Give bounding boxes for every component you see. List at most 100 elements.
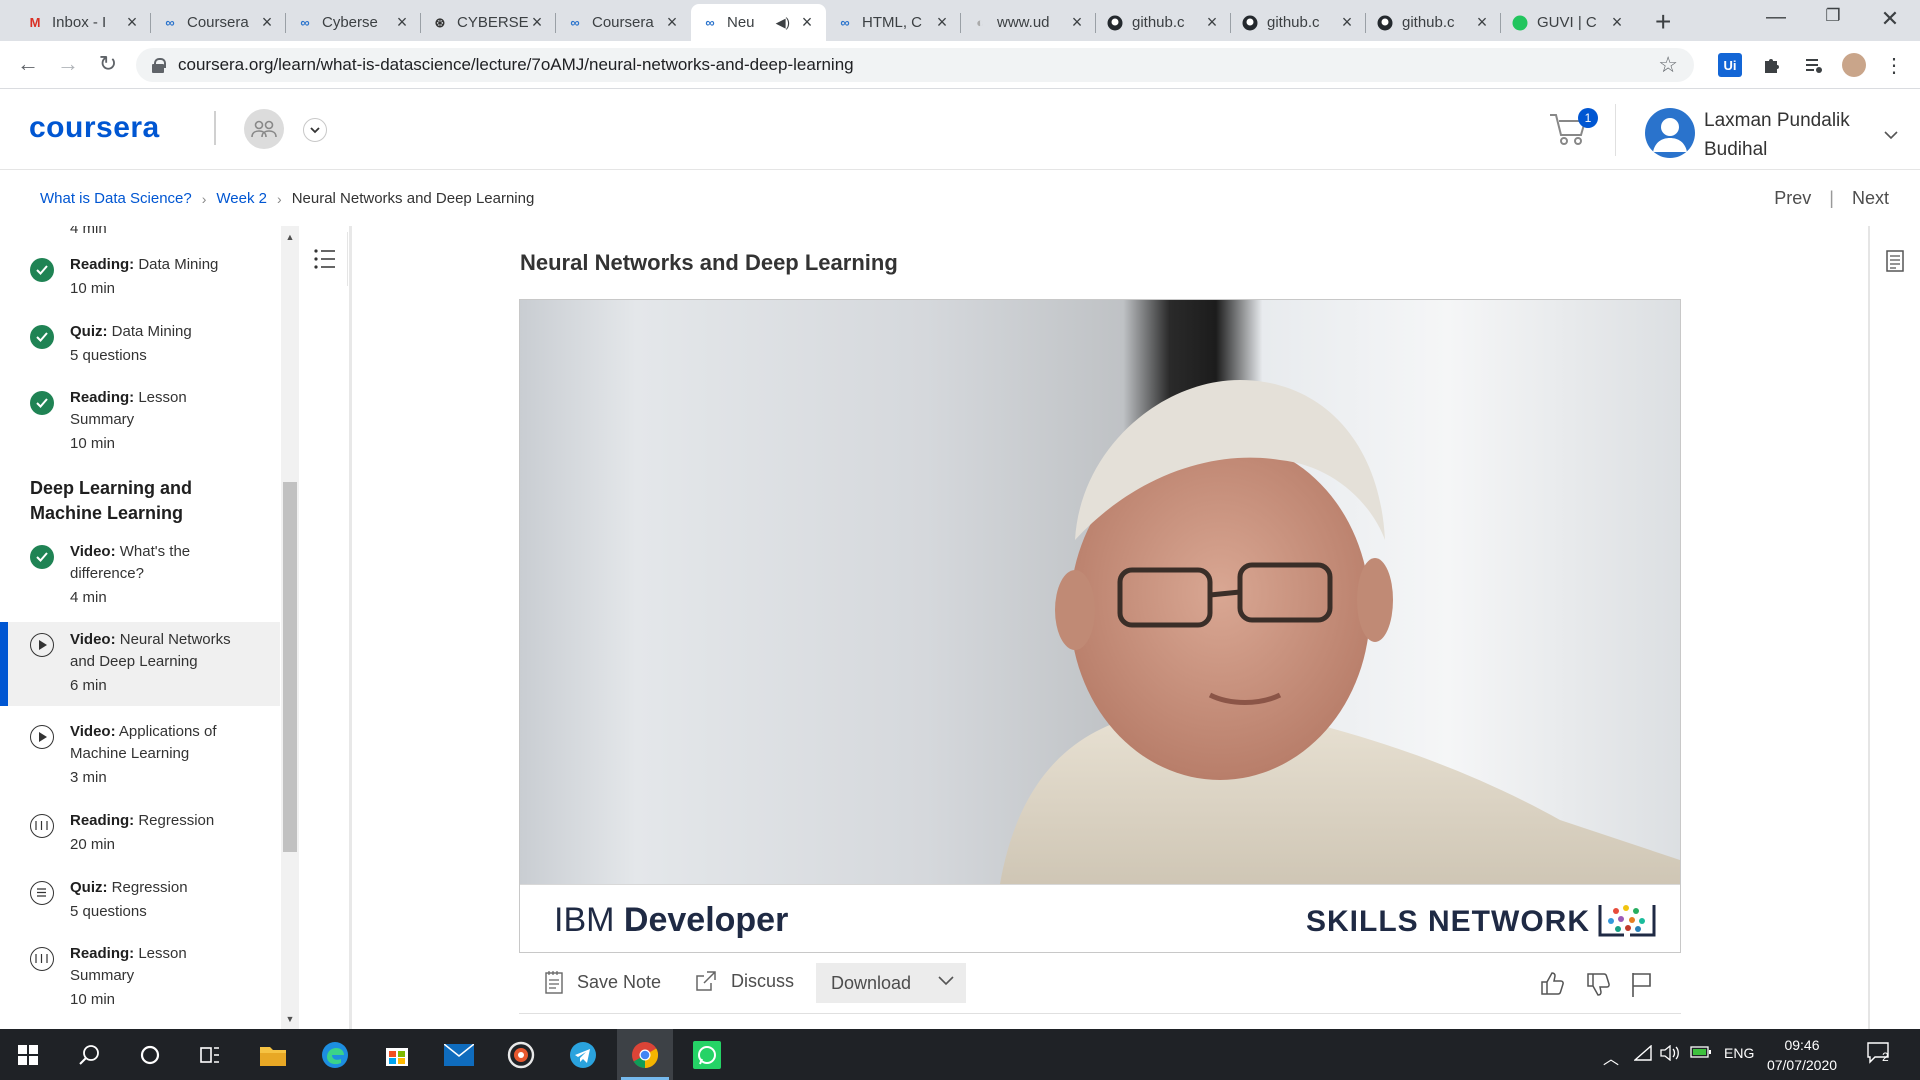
cortana-icon[interactable] (122, 1029, 178, 1080)
tab-title: CYBERSE (457, 14, 528, 31)
outline-item[interactable]: Reading: Lesson Summary 10 min (0, 943, 280, 1025)
breadcrumb-week-link[interactable]: Week 2 (216, 190, 267, 207)
close-tab-icon[interactable]: × (933, 12, 951, 33)
prev-button[interactable]: Prev (1774, 188, 1811, 209)
user-avatar[interactable] (1645, 108, 1695, 158)
browser-tab[interactable]: ⊛ CYBERSE × (421, 4, 556, 41)
close-tab-icon[interactable]: × (1203, 12, 1221, 33)
close-tab-icon[interactable]: × (123, 12, 141, 33)
browser-tab[interactable]: ◐ www.ud × (961, 4, 1096, 41)
user-menu-chevron-icon[interactable] (1884, 127, 1898, 145)
address-bar[interactable]: coursera.org/learn/what-is-datascience/l… (136, 48, 1694, 82)
outline-item[interactable]: Reading: Lesson Summary 10 min (0, 387, 280, 469)
breadcrumb-course-link[interactable]: What is Data Science? (40, 190, 192, 207)
transcript-icon[interactable] (1886, 250, 1904, 277)
close-tab-icon[interactable]: × (1608, 12, 1626, 33)
browser-tab[interactable]: GUVI | C × (1501, 4, 1636, 41)
whatsapp-icon[interactable] (679, 1029, 735, 1080)
next-button[interactable]: Next (1852, 188, 1889, 209)
download-dropdown[interactable]: Download (816, 963, 966, 1003)
volume-icon[interactable] (1660, 1044, 1680, 1064)
task-view-icon[interactable] (182, 1029, 238, 1080)
video-player[interactable]: IBM Developer SKILLS NETWORK (519, 299, 1681, 953)
close-tab-icon[interactable]: × (393, 12, 411, 33)
reload-button[interactable]: ↻ (94, 51, 122, 77)
browser-tab[interactable]: ∞ HTML, C × (826, 4, 961, 41)
tray-chevron-up-icon[interactable]: ︿ (1603, 1045, 1619, 1069)
new-tab-button[interactable]: + (1655, 6, 1671, 38)
close-tab-icon[interactable]: × (1068, 12, 1086, 33)
toggle-outline-button[interactable] (302, 232, 348, 286)
close-tab-icon[interactable]: × (258, 12, 276, 33)
windows-start-icon[interactable] (0, 1029, 56, 1080)
outline-item-type: Quiz: (70, 323, 108, 340)
media-player-icon[interactable] (493, 1029, 549, 1080)
groups-dropdown-chevron-icon[interactable] (303, 118, 327, 142)
uipath-extension-icon[interactable]: Ui (1718, 53, 1742, 77)
media-control-icon[interactable] (1802, 53, 1826, 77)
browser-tab[interactable]: github.c × (1096, 4, 1231, 41)
browser-toolbar: ← → ↻ coursera.org/learn/what-is-datasci… (0, 41, 1920, 89)
user-name[interactable]: Laxman Pundalik Budihal (1704, 106, 1894, 164)
sidebar-scrollbar-thumb[interactable] (283, 482, 297, 852)
coursera-icon: ∞ (705, 15, 715, 30)
close-window-button[interactable]: ✕ (1870, 6, 1910, 32)
profile-avatar-icon[interactable] (1842, 53, 1866, 77)
outline-item[interactable]: Quiz: Data Mining 5 questions (0, 321, 280, 381)
browser-tab[interactable]: github.c × (1231, 4, 1366, 41)
network-icon[interactable] (1633, 1044, 1652, 1064)
minimize-button[interactable]: — (1756, 6, 1796, 29)
bookmark-star-icon[interactable]: ☆ (1658, 52, 1678, 78)
edge-browser-icon[interactable] (307, 1029, 363, 1080)
audio-playing-icon[interactable]: ◀) (776, 15, 790, 31)
scroll-up-arrow-icon[interactable]: ▲ (281, 228, 299, 246)
like-button[interactable] (1539, 970, 1565, 1001)
input-language[interactable]: ENG (1724, 1045, 1754, 1061)
section-heading: Deep Learning and Machine Learning (30, 478, 193, 523)
outline-item-current[interactable]: Video: Neural Networks and Deep Learning… (0, 622, 280, 706)
outline-item[interactable]: Reading: Regression 20 min (0, 810, 280, 870)
save-note-button[interactable]: Save Note (545, 970, 661, 994)
browser-tab[interactable]: M Inbox - I × (16, 4, 151, 41)
scroll-down-arrow-icon[interactable]: ▼ (281, 1010, 299, 1028)
dislike-button[interactable] (1585, 972, 1611, 1003)
battery-icon[interactable] (1690, 1045, 1712, 1062)
outline-item[interactable]: Quiz: Regression 5 questions (0, 877, 280, 937)
tab-title: Cyberse (322, 14, 378, 31)
close-tab-icon[interactable]: × (1473, 12, 1491, 33)
close-tab-icon[interactable]: × (663, 12, 681, 33)
mail-icon[interactable] (431, 1029, 487, 1080)
microsoft-store-icon[interactable] (369, 1029, 425, 1080)
groups-icon[interactable] (244, 109, 284, 149)
outline-item[interactable]: Video: What's the difference? 4 min (0, 541, 280, 623)
back-button[interactable]: ← (14, 51, 42, 77)
chrome-menu-icon[interactable]: ⋮ (1882, 53, 1906, 77)
file-explorer-icon[interactable] (245, 1029, 301, 1080)
flag-icon (1632, 973, 1651, 997)
tab-title: github.c (1402, 14, 1455, 31)
outline-item[interactable]: Video: Applications of Machine Learning 3… (0, 721, 280, 803)
chrome-icon[interactable] (617, 1029, 673, 1080)
browser-tab[interactable]: ∞ Coursera × (151, 4, 286, 41)
skills-network-logo-icon (1598, 905, 1656, 937)
notifications-icon[interactable]: 2 (1866, 1041, 1892, 1068)
outline-item[interactable]: Reading: Data Mining 10 min (0, 254, 280, 314)
restore-button[interactable]: ❐ (1813, 6, 1853, 26)
close-tab-icon[interactable]: × (528, 12, 546, 33)
video-frame[interactable] (520, 300, 1680, 884)
browser-tab[interactable]: ∞ Cyberse × (286, 4, 421, 41)
discuss-button[interactable]: Discuss (695, 970, 794, 992)
coursera-logo[interactable]: coursera (29, 111, 160, 145)
browser-tab[interactable]: ∞ Coursera × (556, 4, 691, 41)
forward-button[interactable]: → (54, 51, 82, 77)
search-icon[interactable] (62, 1029, 118, 1080)
close-tab-icon[interactable]: × (798, 12, 816, 33)
browser-tab[interactable]: github.c × (1366, 4, 1501, 41)
outline-item-type: Reading: (70, 812, 135, 829)
system-clock[interactable]: 09:46 07/07/2020 (1762, 1035, 1842, 1075)
report-flag-button[interactable] (1631, 972, 1653, 1003)
browser-tab-active[interactable]: ∞ Neu ◀) × (691, 4, 826, 41)
telegram-icon[interactable] (555, 1029, 611, 1080)
close-tab-icon[interactable]: × (1338, 12, 1356, 33)
extensions-puzzle-icon[interactable] (1760, 53, 1784, 77)
